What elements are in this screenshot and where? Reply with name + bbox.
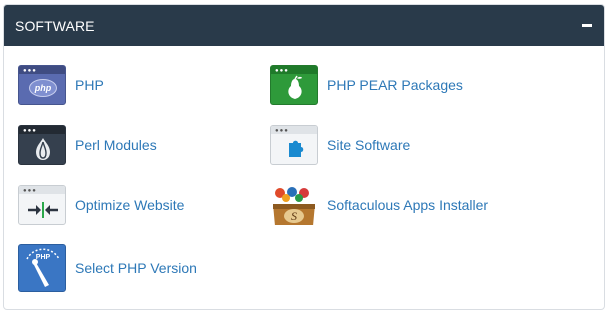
item-site-software[interactable]: ●●● Site Software: [270, 124, 410, 166]
panel-body: ●●● php PHP ●●● PHP PEAR Packages ●●● Pe…: [4, 46, 604, 309]
minus-icon: [582, 24, 592, 27]
collapse-button[interactable]: [580, 19, 594, 33]
item-label[interactable]: PHP PEAR Packages: [327, 77, 463, 93]
softaculous-box-icon: S: [270, 185, 318, 225]
php-icon-text: php: [29, 79, 57, 97]
item-label[interactable]: Perl Modules: [75, 137, 157, 153]
item-softaculous-apps-installer[interactable]: S Softaculous Apps Installer: [270, 184, 488, 226]
item-label[interactable]: Optimize Website: [75, 197, 184, 213]
panel-title: SOFTWARE: [15, 17, 95, 34]
pear-icon: ●●●: [270, 65, 318, 105]
item-php[interactable]: ●●● php PHP: [18, 64, 104, 106]
item-label[interactable]: PHP: [75, 77, 104, 93]
php-icon: ●●● php: [18, 65, 66, 105]
item-label[interactable]: Site Software: [327, 137, 410, 153]
php-version-icon-text: PHP: [36, 254, 51, 261]
perl-onion-icon: ●●●: [18, 125, 66, 165]
software-panel: SOFTWARE ●●● php PHP ●●● PHP PEAR Packag…: [3, 4, 605, 310]
item-select-php-version[interactable]: PHP Select PHP Version: [18, 244, 197, 292]
item-label[interactable]: Select PHP Version: [75, 260, 197, 276]
item-optimize-website[interactable]: ●●● Optimize Website: [18, 184, 184, 226]
php-version-gauge-icon: PHP: [18, 244, 66, 292]
item-perl-modules[interactable]: ●●● Perl Modules: [18, 124, 157, 166]
softaculous-letter: S: [291, 209, 297, 223]
compress-arrows-icon: ●●●: [18, 185, 66, 225]
item-label[interactable]: Softaculous Apps Installer: [327, 197, 488, 213]
puzzle-piece-icon: ●●●: [270, 125, 318, 165]
item-php-pear-packages[interactable]: ●●● PHP PEAR Packages: [270, 64, 463, 106]
panel-header: SOFTWARE: [4, 5, 604, 46]
